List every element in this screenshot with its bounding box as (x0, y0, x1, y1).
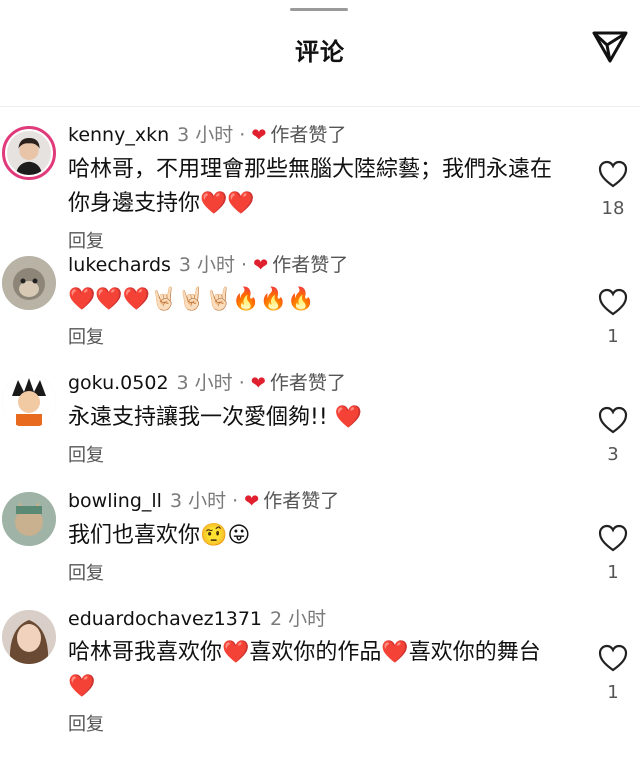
username[interactable]: eduardochavez1371 (68, 608, 262, 630)
comment-item: eduardochavez1371 2 小时 哈林哥我喜欢你❤️喜欢你的作品❤️喜… (0, 602, 640, 737)
comment-text: 哈林哥，不用理會那些無腦大陸綜藝；我們永遠在你身邊支持你❤️❤️ (68, 157, 553, 216)
avatar-cat-icon (2, 492, 56, 546)
like-count: 1 (607, 682, 619, 703)
comments-header: 评论 (0, 0, 640, 107)
heart-outline-icon[interactable] (598, 524, 628, 552)
comment-time: 3 小时 (177, 124, 234, 146)
send-icon[interactable] (590, 26, 630, 66)
page-title: 评论 (295, 38, 345, 66)
comment-item: bowling_ll 3 小时 · ❤ 作者赞了 我们也喜欢你🤨😛 回复 1 (0, 484, 640, 602)
reply-button[interactable]: 回复 (68, 559, 104, 585)
comment-time: 2 小时 (270, 608, 327, 630)
like-column: 18 (596, 160, 630, 219)
like-count: 3 (607, 444, 619, 465)
author-liked-label: 作者赞了 (270, 124, 347, 146)
comment-text: 永遠支持讓我一次愛個夠!! ❤️ (68, 405, 363, 430)
author-liked-heart-icon: ❤ (251, 125, 267, 146)
author-liked-label: 作者赞了 (263, 490, 340, 512)
comment-meta: lukechards 3 小时 · ❤ 作者赞了 (68, 252, 568, 279)
reply-button[interactable]: 回复 (68, 441, 104, 467)
heart-outline-icon[interactable] (598, 406, 628, 434)
comment-time: 3 小时 (169, 490, 227, 512)
comment-body: lukechards 3 小时 · ❤ 作者赞了 ❤️❤️❤️🤘🏻🤘🏻🤘🏻🔥🔥🔥 回复 (68, 252, 568, 349)
username[interactable]: lukechards (68, 254, 171, 276)
avatar[interactable] (2, 492, 56, 546)
heart-outline-icon[interactable] (598, 288, 628, 316)
comment-body: eduardochavez1371 2 小时 哈林哥我喜欢你❤️喜欢你的作品❤️喜… (68, 606, 568, 736)
like-column: 1 (596, 644, 630, 703)
author-liked-label: 作者赞了 (272, 254, 349, 276)
comment-body: bowling_ll 3 小时 · ❤ 作者赞了 我们也喜欢你🤨😛 回复 (68, 488, 568, 585)
comment-meta: eduardochavez1371 2 小时 (68, 606, 568, 632)
separator-dot: · (241, 254, 248, 276)
avatar-photo-icon (7, 131, 51, 175)
like-column: 1 (596, 524, 630, 583)
separator-dot: · (232, 490, 239, 512)
avatar[interactable] (2, 610, 56, 664)
avatar-photo-icon (2, 610, 56, 664)
heart-outline-icon[interactable] (598, 160, 628, 188)
author-liked-label: 作者赞了 (269, 372, 346, 394)
comment-item: lukechards 3 小时 · ❤ 作者赞了 ❤️❤️❤️🤘🏻🤘🏻🤘🏻🔥🔥🔥 回复 … (0, 248, 640, 366)
comment-text: 哈林哥我喜欢你❤️喜欢你的作品❤️喜欢你的舞台❤️ (68, 640, 541, 699)
separator-dot: · (238, 372, 245, 394)
like-count: 18 (601, 198, 625, 219)
author-liked-heart-icon: ❤ (244, 491, 260, 512)
comment-time: 3 小时 (178, 254, 236, 276)
author-liked-heart-icon: ❤ (253, 255, 269, 276)
like-count: 1 (607, 562, 619, 583)
reply-button[interactable]: 回复 (68, 710, 104, 736)
comment-body: kenny_xkn 3 小时 · ❤ 作者赞了 哈林哥，不用理會那些無腦大陸綜藝；我們永… (68, 122, 568, 253)
avatar[interactable] (2, 374, 56, 428)
like-count: 1 (607, 326, 619, 347)
username[interactable]: bowling_ll (68, 490, 162, 512)
comment-item: kenny_xkn 3 小时 · ❤ 作者赞了 哈林哥，不用理會那些無腦大陸綜藝；我們永… (0, 118, 640, 252)
separator-dot: · (239, 124, 246, 146)
comment-time: 3 小时 (176, 372, 233, 394)
avatar[interactable] (2, 126, 56, 180)
comment-item: goku.0502 3 小时 · ❤ 作者赞了 永遠支持讓我一次愛個夠!! ❤️ 回复 … (0, 366, 640, 484)
comment-list: kenny_xkn 3 小时 · ❤ 作者赞了 哈林哥，不用理會那些無腦大陸綜藝；我們永… (0, 118, 640, 737)
comment-text: ❤️❤️❤️🤘🏻🤘🏻🤘🏻🔥🔥🔥 (68, 287, 315, 312)
avatar[interactable] (2, 256, 56, 310)
author-liked-heart-icon: ❤ (250, 373, 266, 394)
comment-body: goku.0502 3 小时 · ❤ 作者赞了 永遠支持讓我一次愛個夠!! ❤️ 回复 (68, 370, 568, 467)
comment-meta: goku.0502 3 小时 · ❤ 作者赞了 (68, 370, 568, 397)
comment-meta: kenny_xkn 3 小时 · ❤ 作者赞了 (68, 122, 568, 149)
username[interactable]: kenny_xkn (68, 124, 169, 146)
username[interactable]: goku.0502 (68, 372, 169, 394)
comment-meta: bowling_ll 3 小时 · ❤ 作者赞了 (68, 488, 568, 515)
like-column: 1 (596, 288, 630, 347)
heart-outline-icon[interactable] (598, 644, 628, 672)
comment-text: 我们也喜欢你🤨😛 (68, 523, 251, 548)
avatar-cartoon-icon (2, 374, 56, 428)
avatar-monkey-icon (2, 256, 56, 310)
like-column: 3 (596, 406, 630, 465)
reply-button[interactable]: 回复 (68, 323, 104, 349)
